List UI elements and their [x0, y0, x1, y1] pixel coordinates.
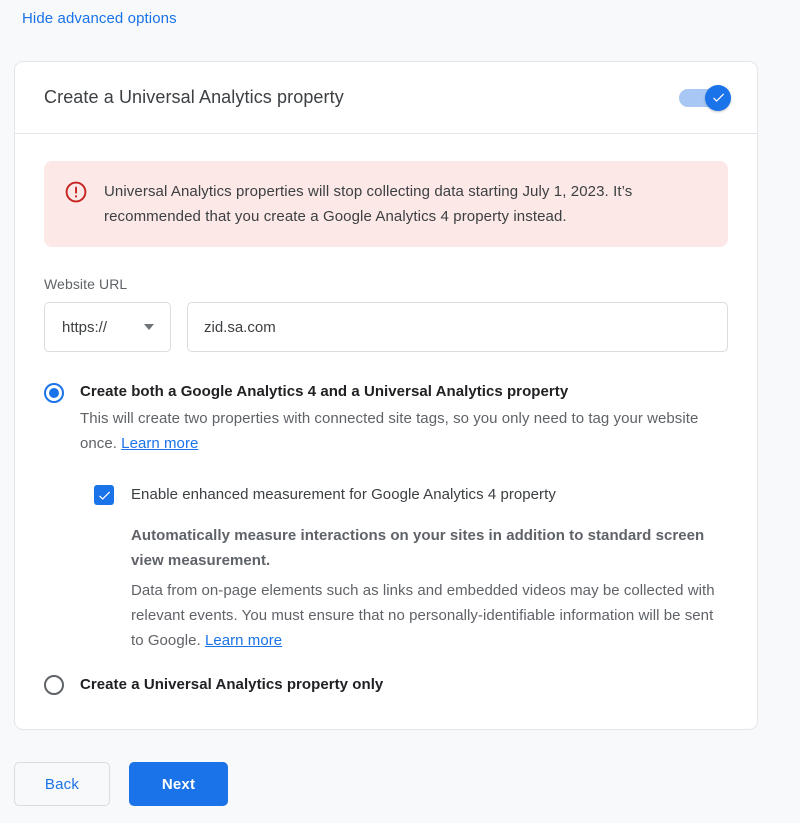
- url-scheme-value: https://: [62, 318, 108, 336]
- option-ua-only[interactable]: Create a Universal Analytics property on…: [44, 674, 728, 695]
- enhanced-measurement-checkbox[interactable]: [94, 485, 114, 505]
- option-ua-only-title: Create a Universal Analytics property on…: [80, 676, 384, 693]
- option-create-both[interactable]: Create both a Google Analytics 4 and a U…: [44, 381, 728, 456]
- website-url-label: Website URL: [44, 276, 128, 292]
- alert-text: Universal Analytics properties will stop…: [104, 183, 633, 225]
- learn-more-link-2[interactable]: Learn more: [205, 632, 282, 649]
- toggle-thumb: [705, 84, 731, 111]
- check-icon: [98, 491, 110, 500]
- option-create-both-desc: This will create two properties with con…: [80, 406, 720, 456]
- chevron-down-icon: [144, 324, 154, 330]
- radio-create-both[interactable]: [44, 383, 64, 403]
- page-root: Hide advanced options Create a Universal…: [0, 0, 800, 823]
- enhanced-measurement-strong: Automatically measure interactions on yo…: [131, 527, 705, 569]
- option-create-both-title: Create both a Google Analytics 4 and a U…: [80, 383, 569, 400]
- card-header: Create a Universal Analytics property: [15, 62, 757, 134]
- next-button[interactable]: Next: [129, 762, 228, 806]
- universal-analytics-card: Create a Universal Analytics property Un…: [14, 61, 758, 730]
- url-scheme-select[interactable]: https://: [44, 302, 171, 352]
- website-url-row: https://: [44, 302, 728, 352]
- radio-ua-only[interactable]: [44, 674, 64, 695]
- hide-advanced-options-link[interactable]: Hide advanced options: [22, 9, 177, 29]
- check-icon: [712, 93, 724, 102]
- deprecation-alert: Universal Analytics properties will stop…: [44, 161, 728, 247]
- enhanced-measurement-label: Enable enhanced measurement for Google A…: [131, 486, 556, 503]
- enhanced-measurement-desc: Data from on-page elements such as links…: [131, 578, 728, 653]
- learn-more-link-1[interactable]: Learn more: [121, 435, 198, 452]
- error-outline-icon: [64, 180, 88, 209]
- enhanced-measurement-block: Enable enhanced measurement for Google A…: [94, 484, 728, 653]
- card-body: Universal Analytics properties will stop…: [15, 134, 757, 729]
- universal-analytics-toggle[interactable]: [679, 84, 731, 111]
- website-url-input[interactable]: [187, 302, 728, 352]
- enhanced-measurement-text: Enable enhanced measurement for Google A…: [131, 484, 728, 653]
- option-create-both-text: Create both a Google Analytics 4 and a U…: [80, 381, 720, 456]
- card-title: Create a Universal Analytics property: [44, 87, 344, 107]
- footer-actions: Back Next: [14, 762, 228, 806]
- back-button[interactable]: Back: [14, 762, 110, 806]
